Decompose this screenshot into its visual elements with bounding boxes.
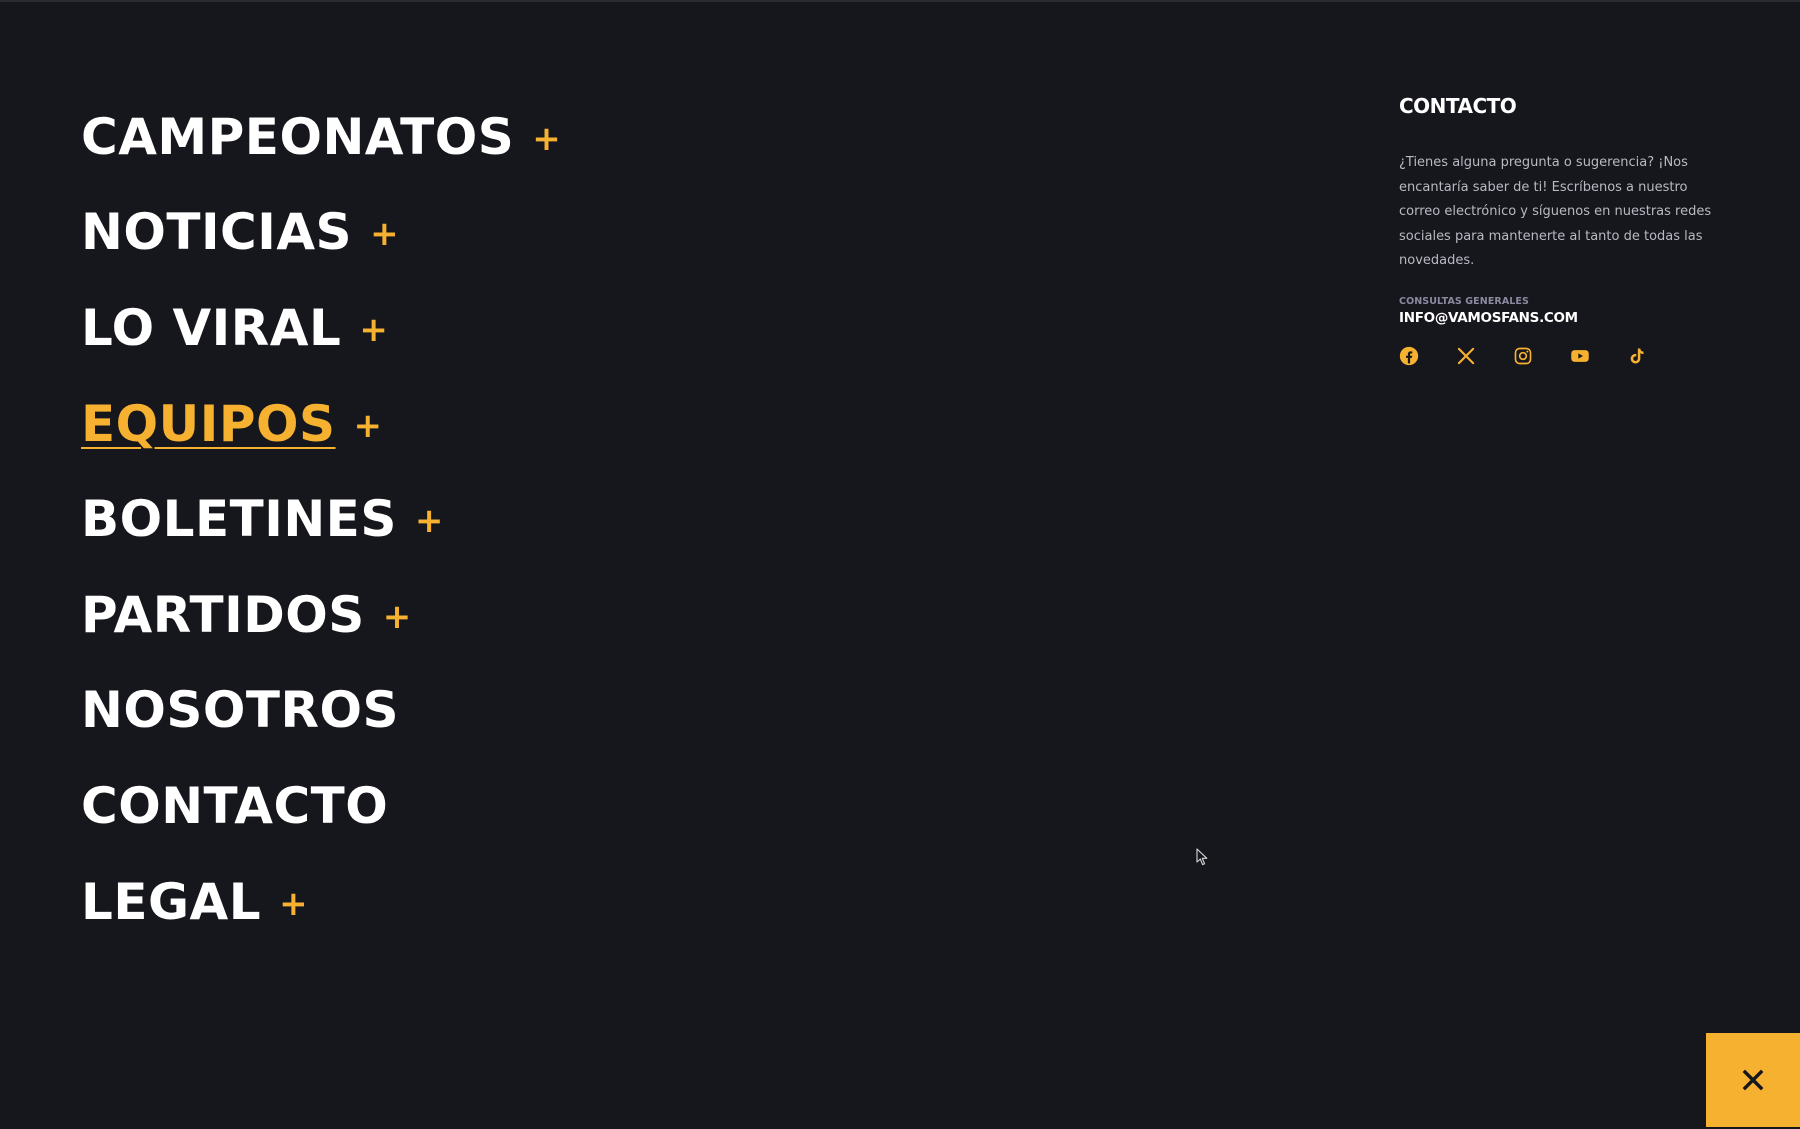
instagram-icon[interactable] [1513,346,1533,366]
menu-item-label: LEGAL [81,872,262,931]
menu-item-label: EQUIPOS [81,394,336,453]
menu-item-contacto[interactable]: CONTACTO [81,758,561,854]
tiktok-icon[interactable] [1627,346,1647,366]
facebook-icon[interactable] [1399,346,1419,366]
x-twitter-icon[interactable] [1456,346,1476,366]
expand-plus-icon[interactable]: + [370,217,399,251]
email-label: CONSULTAS GENERALES [1399,295,1529,307]
contact-panel: CONTACTO ¿Tienes alguna pregunta o suger… [1399,94,1729,366]
menu-item-label: CONTACTO [81,776,389,835]
menu-overlay: CAMPEONATOS + NOTICIAS + LO VIRAL + EQUI… [0,0,1800,1129]
menu-item-label: CAMPEONATOS [81,107,515,166]
menu-item-label: PARTIDOS [81,585,365,644]
expand-plus-icon[interactable]: + [532,122,561,156]
close-icon [1742,1069,1764,1091]
menu-item-legal[interactable]: LEGAL + [81,854,561,950]
email-link[interactable]: INFO@VAMOSFANS.COM [1399,310,1578,326]
menu-item-equipos[interactable]: EQUIPOS + [81,376,561,472]
mouse-cursor-icon [1196,848,1208,866]
main-menu: CAMPEONATOS + NOTICIAS + LO VIRAL + EQUI… [81,89,561,949]
contact-description: ¿Tienes alguna pregunta o sugerencia? ¡N… [1399,155,1712,268]
menu-item-label: NOSOTROS [81,681,399,740]
menu-item-campeonatos[interactable]: CAMPEONATOS + [81,89,561,185]
contact-title: CONTACTO [1399,94,1517,118]
youtube-icon[interactable] [1570,346,1590,366]
menu-item-label: LO VIRAL [81,298,342,357]
menu-item-label: NOTICIAS [81,203,353,262]
expand-plus-icon[interactable]: + [383,600,412,634]
menu-item-partidos[interactable]: PARTIDOS + [81,567,561,663]
close-menu-button[interactable] [1706,1033,1800,1127]
menu-item-label: BOLETINES [81,490,397,549]
expand-plus-icon[interactable]: + [415,504,444,538]
expand-plus-icon[interactable]: + [354,409,383,443]
social-links [1399,346,1729,366]
expand-plus-icon[interactable]: + [359,313,388,347]
expand-plus-icon[interactable]: + [279,887,308,921]
menu-item-noticias[interactable]: NOTICIAS + [81,185,561,281]
menu-item-boletines[interactable]: BOLETINES + [81,471,561,567]
menu-item-lo-viral[interactable]: LO VIRAL + [81,280,561,376]
menu-item-nosotros[interactable]: NOSOTROS [81,663,561,759]
